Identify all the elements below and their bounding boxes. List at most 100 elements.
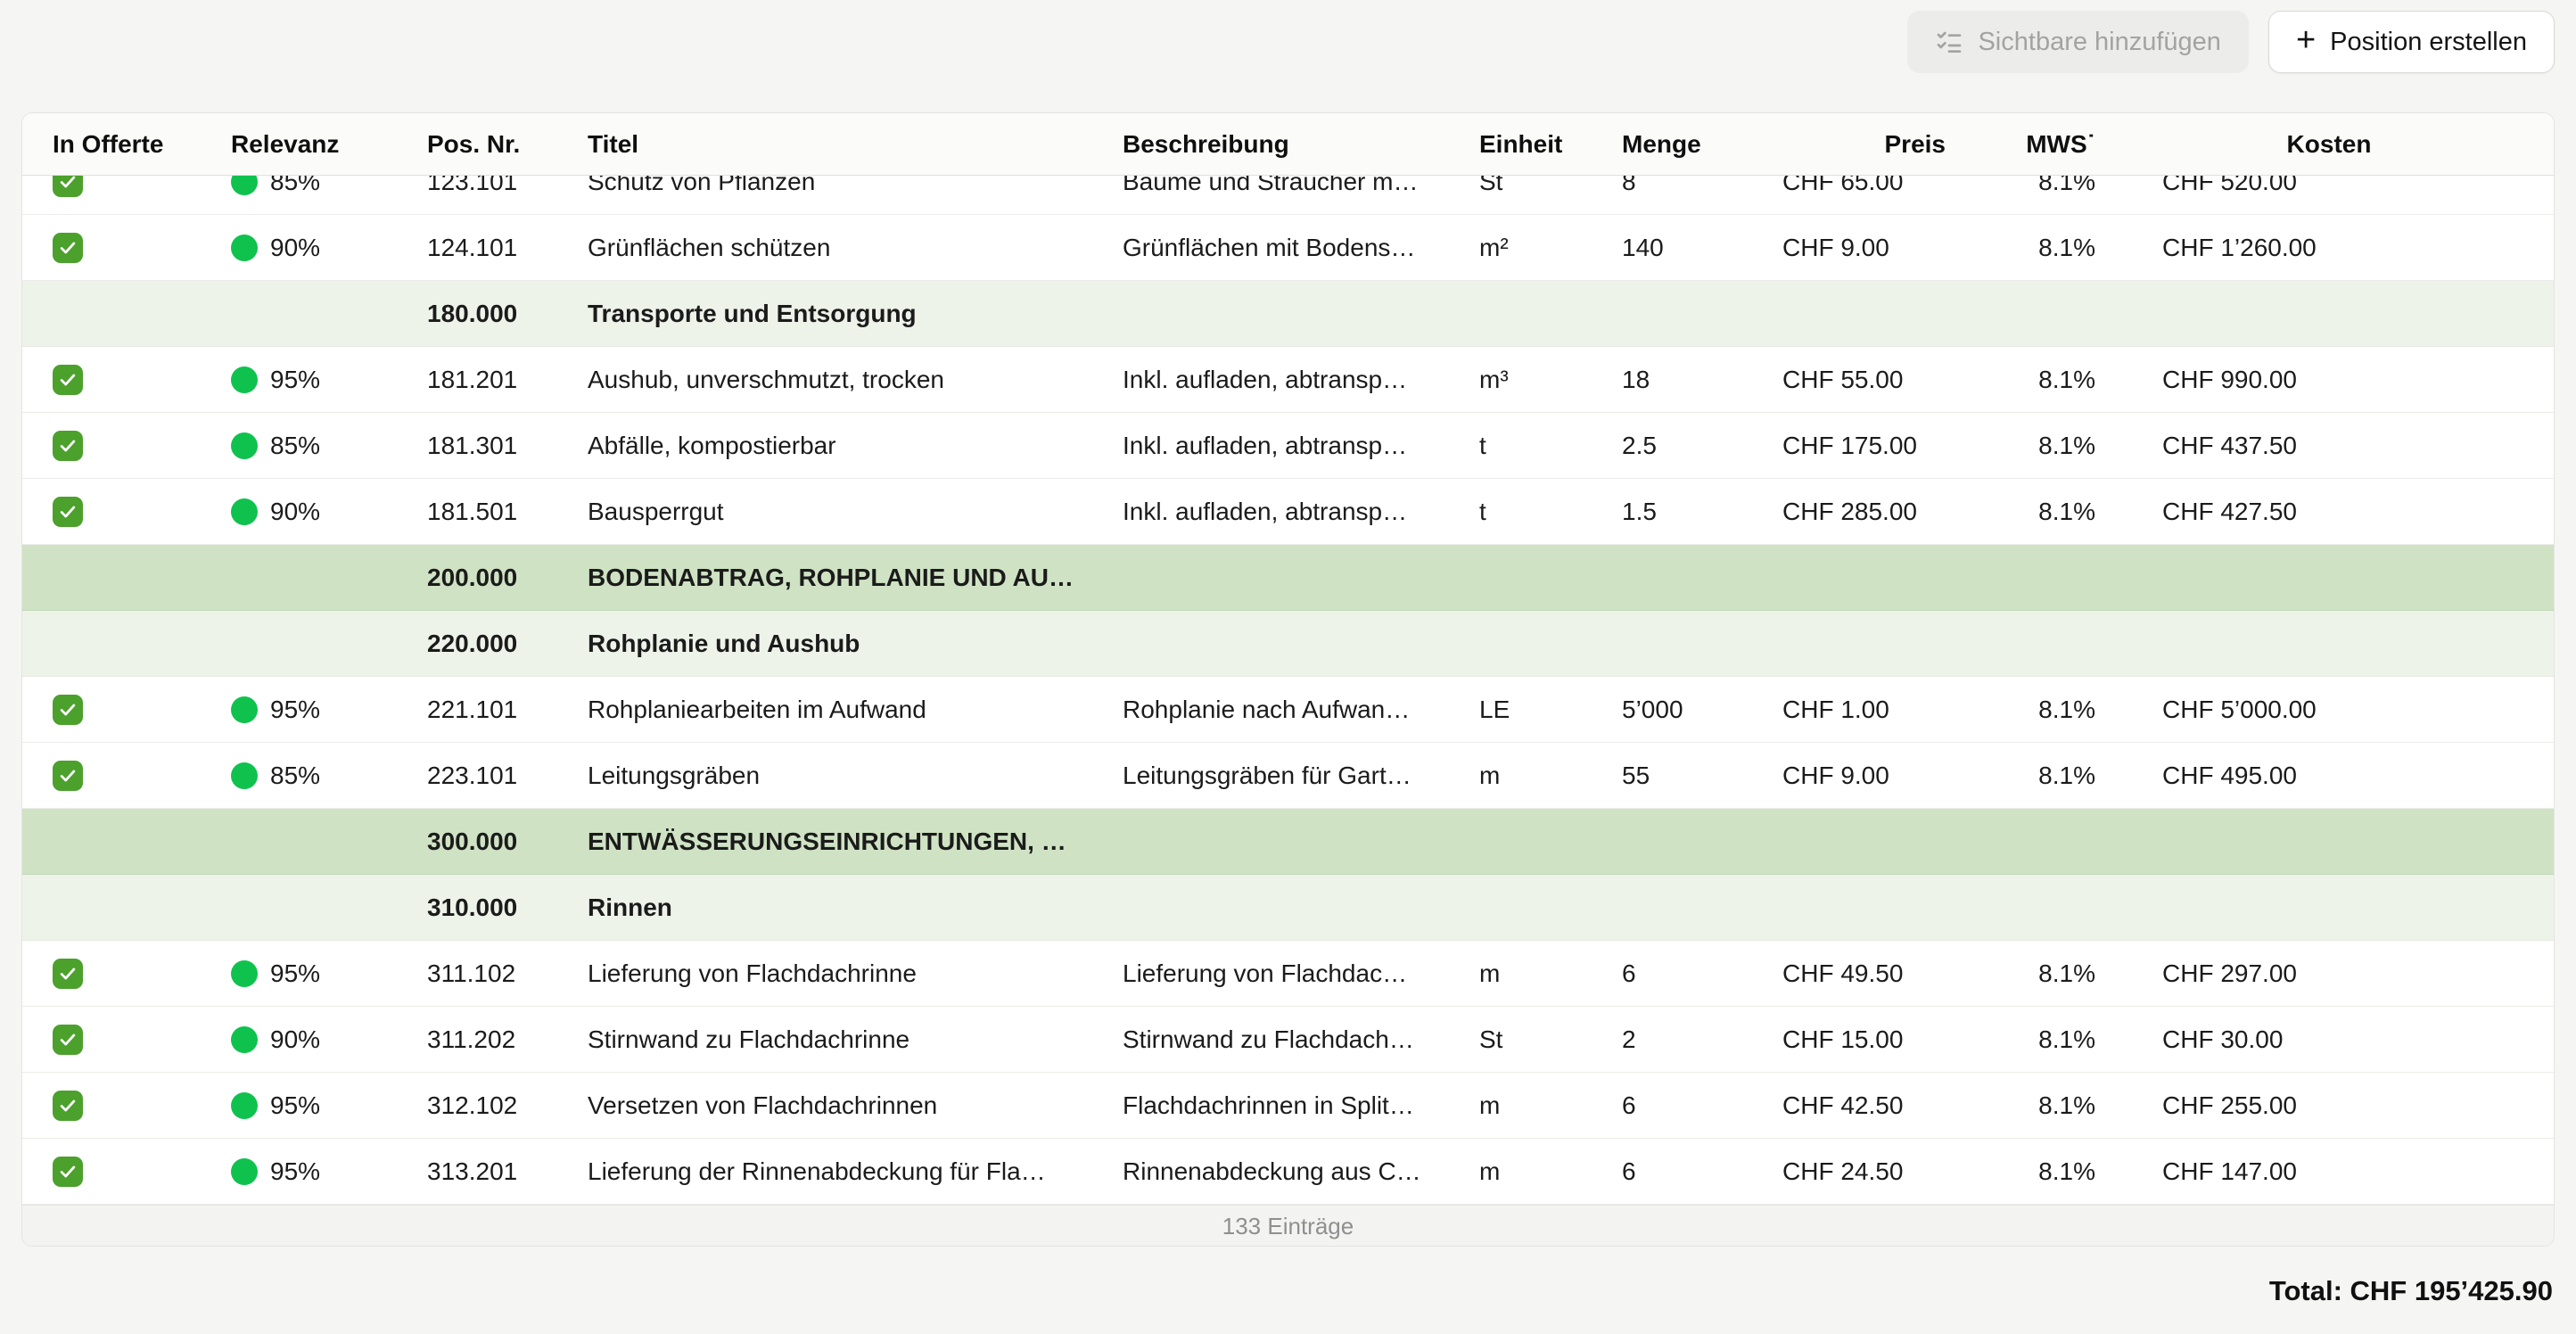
in-offerte-cell <box>22 1156 201 1187</box>
einheit-cell: t <box>1449 432 1592 460</box>
kosten-cell: CHF 1’260.00 <box>2104 234 2554 262</box>
kosten-cell: CHF 297.00 <box>2104 959 2554 988</box>
mwst-cell: 8.1% <box>1979 959 2104 988</box>
section-pos-nr: 180.000 <box>397 300 557 328</box>
preis-cell: CHF 49.50 <box>1748 959 1979 988</box>
relevanz-value: 90% <box>270 498 320 526</box>
in-offerte-cell <box>22 958 201 989</box>
in-offerte-checkbox[interactable] <box>53 497 83 527</box>
col-header-beschreibung[interactable]: Beschreibung <box>1092 130 1449 159</box>
col-header-relevanz[interactable]: Relevanz <box>201 130 397 159</box>
kosten-cell: CHF 437.50 <box>2104 432 2554 460</box>
mwst-cell: 8.1% <box>1979 1091 2104 1120</box>
section-row[interactable]: 180.000 Transporte und Entsorgung <box>22 281 2554 347</box>
relevanz-dot-icon <box>231 498 258 525</box>
relevanz-dot-icon <box>231 235 258 261</box>
check-icon <box>58 1096 78 1116</box>
in-offerte-checkbox[interactable] <box>53 959 83 989</box>
add-visible-button[interactable]: Sichtbare hinzufügen <box>1907 11 2248 73</box>
preis-cell: CHF 285.00 <box>1748 498 1979 526</box>
kosten-cell: CHF 147.00 <box>2104 1157 2554 1186</box>
in-offerte-checkbox[interactable] <box>53 233 83 263</box>
menge-cell: 6 <box>1592 1091 1748 1120</box>
pos-nr-cell: 124.101 <box>397 234 557 262</box>
section-pos-nr: 200.000 <box>397 564 557 592</box>
col-header-pos-nr[interactable]: Pos. Nr. <box>397 130 557 159</box>
section-row[interactable]: 200.000 BODENABTRAG, ROHPLANIE UND AU… <box>22 545 2554 611</box>
einheit-cell: t <box>1449 498 1592 526</box>
table-row[interactable]: 90% 181.501 Bausperrgut Inkl. aufladen, … <box>22 479 2554 545</box>
relevanz-cell: 85% <box>201 176 397 196</box>
preis-cell: CHF 1.00 <box>1748 696 1979 724</box>
preis-cell: CHF 9.00 <box>1748 762 1979 790</box>
pos-nr-cell: 313.201 <box>397 1157 557 1186</box>
table-row[interactable]: 90% 124.101 Grünflächen schützen Grünflä… <box>22 215 2554 281</box>
titel-cell: Stirnwand zu Flachdachrinne <box>557 1025 1092 1054</box>
col-header-titel[interactable]: Titel <box>557 130 1092 159</box>
titel-cell: Bausperrgut <box>557 498 1092 526</box>
col-header-einheit[interactable]: Einheit <box>1449 130 1592 159</box>
preis-cell: CHF 15.00 <box>1748 1025 1979 1054</box>
in-offerte-checkbox[interactable] <box>53 365 83 395</box>
relevanz-dot-icon <box>231 366 258 393</box>
table-row[interactable]: 85% 223.101 Leitungsgräben Leitungsgräbe… <box>22 743 2554 809</box>
table-row[interactable]: 85% 181.301 Abfälle, kompostierbar Inkl.… <box>22 413 2554 479</box>
titel-cell: Lieferung der Rinnenabdeckung für Fla… <box>557 1157 1092 1186</box>
titel-cell: Versetzen von Flachdachrinnen <box>557 1091 1092 1120</box>
beschreibung-cell: Grünflächen mit Bodens… <box>1092 234 1449 262</box>
relevanz-dot-icon <box>231 1026 258 1053</box>
pos-nr-cell: 181.501 <box>397 498 557 526</box>
beschreibung-cell: Flachdachrinnen in Split… <box>1092 1091 1449 1120</box>
beschreibung-cell: Inkl. aufladen, abtransp… <box>1092 498 1449 526</box>
in-offerte-checkbox[interactable] <box>53 1091 83 1121</box>
einheit-cell: m <box>1449 959 1592 988</box>
table-row[interactable]: 95% 312.102 Versetzen von Flachdachrinne… <box>22 1073 2554 1139</box>
pos-nr-cell: 181.201 <box>397 366 557 394</box>
section-row[interactable]: 310.000 Rinnen <box>22 875 2554 941</box>
table-row[interactable]: 90% 311.202 Stirnwand zu Flachdachrinne … <box>22 1007 2554 1073</box>
relevanz-dot-icon <box>231 1158 258 1185</box>
relevanz-cell: 85% <box>201 432 397 460</box>
section-pos-nr: 220.000 <box>397 630 557 658</box>
mwst-cell: 8.1% <box>1979 176 2104 196</box>
einheit-cell: m <box>1449 1091 1592 1120</box>
table-row[interactable]: 95% 181.201 Aushub, unverschmutzt, trock… <box>22 347 2554 413</box>
relevanz-dot-icon <box>231 176 258 195</box>
table-body: 85% 123.101 Schutz von Pflanzen Bäume un… <box>22 176 2554 1205</box>
section-title: BODENABTRAG, ROHPLANIE UND AU… <box>557 564 2554 592</box>
section-row[interactable]: 300.000 ENTWÄSSERUNGSEINRICHTUNGEN, … <box>22 809 2554 875</box>
create-position-button[interactable]: + Position erstellen <box>2268 11 2555 73</box>
titel-cell: Abfälle, kompostierbar <box>557 432 1092 460</box>
in-offerte-checkbox[interactable] <box>53 1157 83 1187</box>
kosten-cell: CHF 255.00 <box>2104 1091 2554 1120</box>
table-header-row: In Offerte Relevanz Pos. Nr. Titel Besch… <box>22 113 2554 176</box>
table-row[interactable]: 85% 123.101 Schutz von Pflanzen Bäume un… <box>22 176 2554 215</box>
col-header-in-offerte[interactable]: In Offerte <box>22 130 201 159</box>
table-row[interactable]: 95% 311.102 Lieferung von Flachdachrinne… <box>22 941 2554 1007</box>
col-header-menge[interactable]: Menge <box>1592 130 1748 159</box>
in-offerte-checkbox[interactable] <box>53 695 83 725</box>
section-row[interactable]: 220.000 Rohplanie und Aushub <box>22 611 2554 677</box>
in-offerte-checkbox[interactable] <box>53 431 83 461</box>
mwst-cell: 8.1% <box>1979 762 2104 790</box>
in-offerte-cell <box>22 430 201 461</box>
pos-nr-cell: 311.102 <box>397 959 557 988</box>
col-header-mwst[interactable]: MWS˙ <box>1979 130 2104 159</box>
in-offerte-checkbox[interactable] <box>53 761 83 791</box>
menge-cell: 5’000 <box>1592 696 1748 724</box>
table-row[interactable]: 95% 221.101 Rohplaniearbeiten im Aufwand… <box>22 677 2554 743</box>
preis-cell: CHF 24.50 <box>1748 1157 1979 1186</box>
in-offerte-cell <box>22 694 201 725</box>
col-header-kosten[interactable]: Kosten <box>2104 130 2554 159</box>
col-header-preis[interactable]: Preis <box>1748 130 1979 159</box>
in-offerte-checkbox[interactable] <box>53 176 83 197</box>
beschreibung-cell: Rohplanie nach Aufwan… <box>1092 696 1449 724</box>
preis-cell: CHF 65.00 <box>1748 176 1979 196</box>
table-row[interactable]: 95% 313.201 Lieferung der Rinnenabdeckun… <box>22 1139 2554 1205</box>
menge-cell: 1.5 <box>1592 498 1748 526</box>
pos-nr-cell: 221.101 <box>397 696 557 724</box>
in-offerte-checkbox[interactable] <box>53 1025 83 1055</box>
menge-cell: 2.5 <box>1592 432 1748 460</box>
kosten-cell: CHF 5’000.00 <box>2104 696 2554 724</box>
kosten-cell: CHF 520.00 <box>2104 176 2554 196</box>
